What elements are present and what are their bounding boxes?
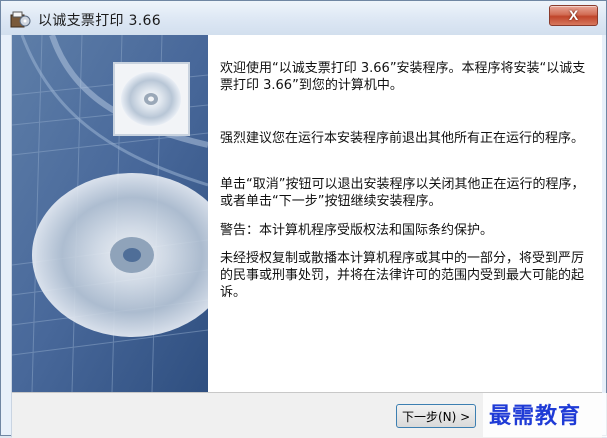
client-area: 欢迎使用“以诚支票打印 3.66”安装程序。本程序将安装“以诚支票打印 3.66… [11,35,602,438]
watermark-text: 最需教育 [489,403,582,429]
legal-paragraph: 未经授权复制或散播本计算机程序或其中的一部分，将受到严厉的民事或刑事处罚，并将在… [220,251,585,300]
close-button[interactable]: X [549,5,598,26]
close-icon: X [568,7,579,23]
installer-window: 以诚支票打印 3.66 X 欢迎使用“以诚支票打印 3.66”安装程序。本程序将… [0,0,607,438]
instruction-paragraph: 单击“取消”按钮可以退出安装程序以关闭其他正在运行的程序，或者单击“下一步”按钮… [220,177,585,209]
title-bar[interactable]: 以诚支票打印 3.66 X [1,1,606,35]
next-button[interactable]: 下一步(N) > [396,404,476,428]
welcome-paragraph: 欢迎使用“以诚支票打印 3.66”安装程序。本程序将安装“以诚支票打印 3.66… [220,61,586,93]
window-title: 以诚支票打印 3.66 [38,13,161,29]
warning-paragraph: 警告：本计算机程序受版权法和国际条约保护。 [220,223,494,238]
installer-icon [9,9,31,29]
watermark: 最需教育 [483,393,607,437]
banner-image [12,35,208,392]
advice-paragraph: 强烈建议您在运行本安装程序前退出其他所有正在运行的程序。 [220,131,585,146]
